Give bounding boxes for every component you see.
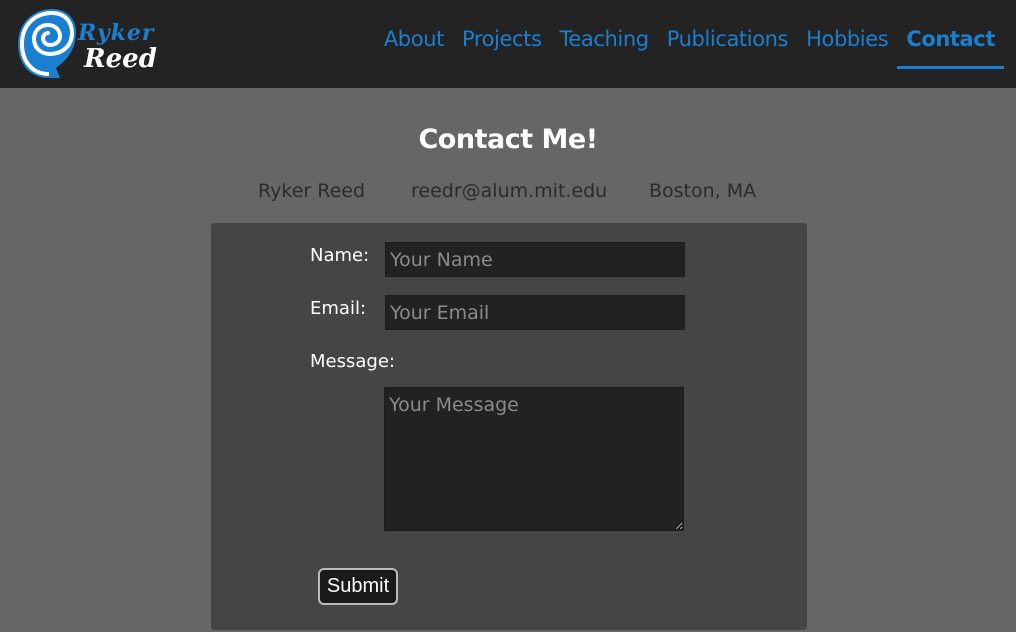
name-input[interactable] (385, 242, 685, 277)
nav-contact[interactable]: Contact (897, 0, 1004, 69)
nav-projects[interactable]: Projects (453, 0, 551, 69)
email-input[interactable] (385, 295, 685, 330)
submit-button[interactable]: Submit (318, 568, 398, 605)
contact-email: reedr@alum.mit.edu (411, 180, 608, 202)
email-label: Email: (310, 298, 367, 319)
nav-about[interactable]: About (375, 0, 453, 69)
message-textarea[interactable] (384, 387, 684, 531)
logo-text-ryker: Ryker (78, 20, 155, 46)
message-label: Message: (310, 351, 395, 372)
name-label: Name: (310, 245, 370, 266)
nav-publications[interactable]: Publications (658, 0, 797, 69)
nav-teaching[interactable]: Teaching (551, 0, 658, 69)
navbar: Ryker Reed About Projects Teaching Publi… (0, 0, 1016, 88)
contact-name: Ryker Reed (258, 180, 366, 202)
page-title: Contact Me! (418, 124, 598, 155)
site-logo[interactable]: Ryker Reed (16, 6, 157, 82)
main-nav: About Projects Teaching Publications Hob… (375, 0, 1004, 88)
contact-location: Boston, MA (649, 180, 757, 202)
contact-form: Name: Email: Message: Submit (211, 223, 807, 630)
spiral-shell-icon (18, 9, 76, 78)
nav-hobbies[interactable]: Hobbies (797, 0, 897, 69)
logo-text-reed: Reed (84, 44, 157, 74)
